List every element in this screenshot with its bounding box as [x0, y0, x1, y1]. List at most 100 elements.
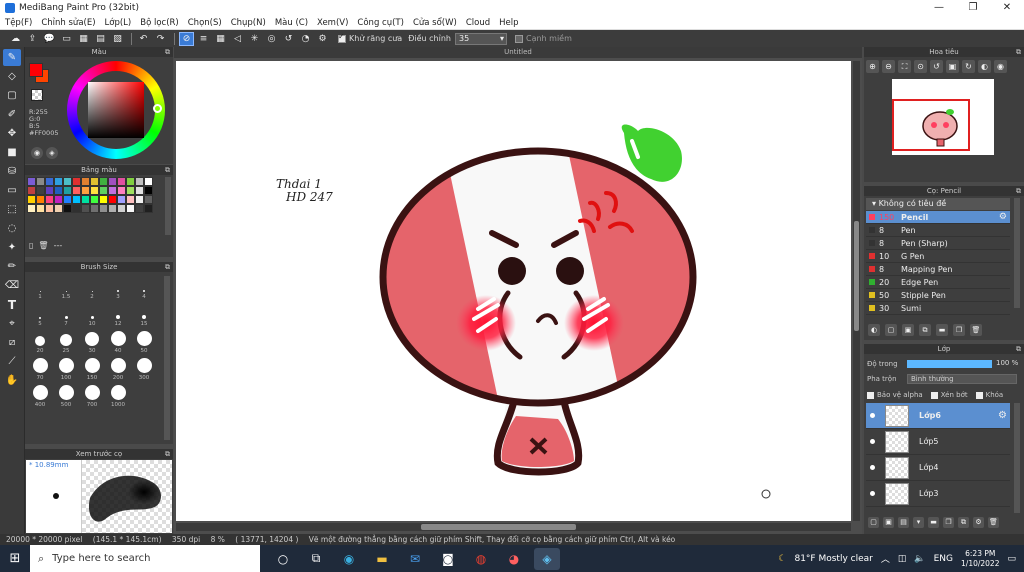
menu-tools[interactable]: Công cụ(T) — [357, 18, 404, 28]
snap-vanish-icon[interactable]: ◁ — [230, 32, 245, 46]
comment-icon[interactable]: ▭ — [59, 32, 74, 46]
text-tool-icon[interactable]: T — [3, 296, 21, 313]
snap-settings-icon[interactable]: ⚙ — [315, 32, 330, 46]
zoom-out-icon[interactable]: ⊖ — [882, 60, 895, 73]
tile-icon[interactable]: ▧ — [110, 32, 125, 46]
palette-swatch[interactable] — [36, 177, 45, 186]
brush-item[interactable]: 30 Sumi — [866, 302, 1010, 315]
visibility-icon[interactable] — [870, 439, 875, 444]
palette-swatch[interactable] — [54, 177, 63, 186]
brush-size-option[interactable]: 1.5 — [53, 276, 79, 300]
palette-swatch[interactable] — [99, 186, 108, 195]
palette-swatch[interactable] — [27, 195, 36, 204]
edge-toggle[interactable]: Cạnh miềm — [514, 34, 572, 43]
palette-swatch[interactable] — [90, 177, 99, 186]
palette-swatch[interactable] — [99, 204, 108, 213]
new-8bit-layer-icon[interactable]: ▤ — [898, 517, 909, 528]
menu-view[interactable]: Xem(V) — [317, 18, 348, 28]
palette-swatch[interactable] — [135, 204, 144, 213]
palette-more[interactable]: --- — [54, 241, 63, 250]
palette-swatch[interactable] — [144, 195, 153, 204]
dot-tool-icon[interactable]: ✐ — [3, 106, 21, 123]
transparent-color-swatch[interactable] — [31, 89, 43, 101]
actual-size-icon[interactable]: ⊙ — [914, 60, 927, 73]
palette-swatch[interactable] — [144, 186, 153, 195]
brush-item[interactable]: 8 Pen (Sharp) — [866, 237, 1010, 250]
palette-swatch[interactable] — [72, 204, 81, 213]
brush-item[interactable]: 50 Stipple Pen — [866, 289, 1010, 302]
chrome-icon[interactable]: ◍ — [468, 548, 494, 570]
layer-folder-icon[interactable]: ▬ — [928, 517, 939, 528]
brush-size-option[interactable]: 1 — [27, 276, 53, 300]
snap-3d-icon[interactable]: ◔ — [298, 32, 313, 46]
brush-size-option[interactable]: 70 — [27, 357, 53, 381]
antialias-toggle[interactable]: Khử răng cưa — [338, 32, 402, 43]
zoom-in-icon[interactable]: ⊕ — [866, 60, 879, 73]
palette-swatch[interactable] — [117, 177, 126, 186]
panel-pin-icon[interactable]: ⧉ — [1016, 186, 1021, 196]
mail-icon[interactable]: ✉ — [402, 548, 428, 570]
delete-layer-icon[interactable]: 🗑 — [988, 517, 999, 528]
add-palette-icon[interactable]: ▯ — [29, 241, 33, 250]
palette-swatch[interactable] — [108, 195, 117, 204]
palette-swatch[interactable] — [36, 195, 45, 204]
palette-swatch[interactable] — [99, 177, 108, 186]
magic-wand-tool-icon[interactable]: ✦ — [3, 239, 21, 256]
brush-size-option[interactable]: 200 — [105, 357, 131, 381]
brush-item[interactable]: 20 Edge Pen — [866, 276, 1010, 289]
palette-swatch[interactable] — [90, 186, 99, 195]
panel-pin-icon[interactable]: ⧉ — [165, 47, 170, 57]
menu-select[interactable]: Chọn(S) — [188, 18, 222, 28]
brush-item[interactable]: 8 Mapping Pen — [866, 263, 1010, 276]
undo-icon[interactable]: ↶ — [136, 32, 151, 46]
palette-swatch[interactable] — [90, 195, 99, 204]
clipping-option[interactable]: Xén bớt — [930, 391, 968, 399]
canvas-vertical-scrollbar[interactable] — [853, 61, 860, 521]
palette-swatch[interactable] — [81, 186, 90, 195]
task-view-icon[interactable]: ⧉ — [303, 548, 329, 570]
palette-swatch[interactable] — [135, 186, 144, 195]
volume-icon[interactable]: 🔈 — [914, 554, 925, 564]
palette-scrollbar[interactable] — [165, 177, 171, 235]
palette-swatch[interactable] — [63, 177, 72, 186]
panel-pin-icon[interactable]: ⧉ — [165, 262, 170, 272]
palette-swatch[interactable] — [45, 186, 54, 195]
palette-swatch[interactable] — [144, 177, 153, 186]
menu-file[interactable]: Tệp(F) — [5, 18, 32, 28]
palette-swatch[interactable] — [63, 204, 72, 213]
layer-item[interactable]: Lớp6 ⚙ — [866, 403, 1010, 429]
brush-size-option[interactable]: 40 — [105, 330, 131, 354]
new-layer-icon[interactable]: ▢ — [868, 517, 879, 528]
antialias-checkbox[interactable] — [338, 32, 346, 43]
visibility-icon[interactable] — [870, 491, 875, 496]
palette-swatch[interactable] — [135, 177, 144, 186]
saturation-value-square[interactable] — [88, 82, 144, 138]
protect-alpha-option[interactable]: Bảo vệ alpha — [867, 391, 923, 399]
edge-checkbox[interactable] — [514, 34, 523, 43]
export-icon[interactable]: ⇪ — [25, 32, 40, 46]
lock-checkbox[interactable] — [975, 391, 983, 399]
tray-expand-icon[interactable]: ︿ — [881, 552, 890, 565]
lock-option[interactable]: Khóa — [975, 391, 1003, 399]
messenger-icon[interactable]: ◕ — [501, 548, 527, 570]
brush-delete-icon[interactable]: 🗑 — [970, 324, 982, 336]
menu-filter[interactable]: Bộ lọc(R) — [140, 18, 179, 28]
brush-size-option[interactable]: 30 — [79, 330, 105, 354]
palette-swatch[interactable] — [72, 177, 81, 186]
protect-alpha-checkbox[interactable] — [867, 391, 874, 399]
palette-swatch[interactable] — [117, 195, 126, 204]
brush-size-option[interactable]: 15 — [131, 303, 157, 327]
panel-pin-icon[interactable]: ⧉ — [165, 449, 170, 459]
merge-layer-icon[interactable]: ⧉ — [958, 517, 969, 528]
palette-mode-icon[interactable]: ◉ — [31, 147, 43, 159]
palette-swatch[interactable] — [63, 186, 72, 195]
palette-swatch[interactable] — [108, 186, 117, 195]
menu-edit[interactable]: Chỉnh sửa(E) — [41, 18, 95, 28]
blend-mode-select[interactable]: Bình thường — [907, 374, 1017, 384]
windows-start-icon[interactable]: ⊞ — [0, 545, 30, 572]
camera-icon[interactable]: ◙ — [435, 548, 461, 570]
layer-item[interactable]: Lớp5 — [866, 429, 1010, 455]
palette-swatch[interactable] — [117, 186, 126, 195]
snap-radial-icon[interactable]: ✳ — [247, 32, 262, 46]
brush-size-option[interactable]: 2 — [79, 276, 105, 300]
